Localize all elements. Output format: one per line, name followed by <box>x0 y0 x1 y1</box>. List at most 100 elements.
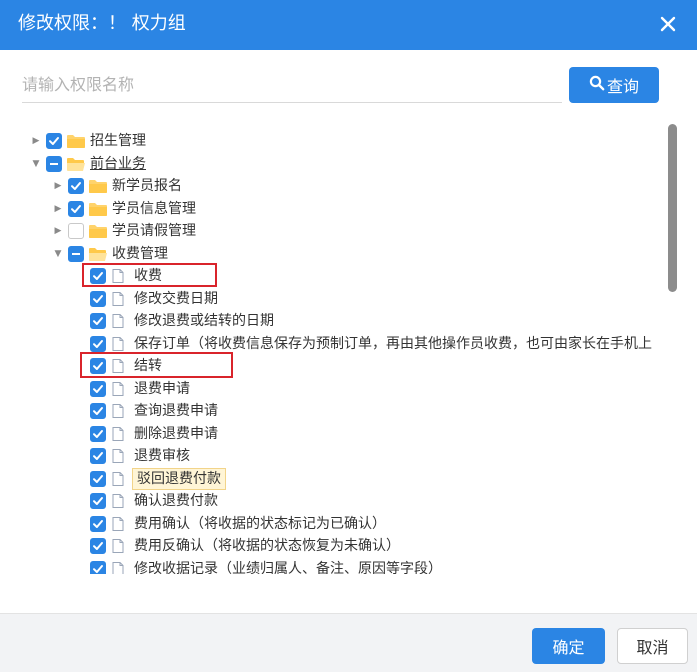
permission-dialog: 修改权限：！ 权力组 查询 ▶ 招生管理 ▼ 前台业务 ▶ 新学员报名 ▶ 学员信息管理 ▶ 学员… <box>0 0 697 672</box>
file-icon <box>110 561 130 574</box>
tree-node-label[interactable]: 修改交费日期 <box>132 289 220 309</box>
file-icon <box>110 403 130 419</box>
tree-checkbox[interactable] <box>68 200 84 217</box>
cancel-button[interactable]: 取消 <box>617 628 688 664</box>
tree-node[interactable]: 退费申请 <box>75 378 192 400</box>
expand-arrow-icon[interactable]: ▶ <box>53 220 63 242</box>
tree-checkbox[interactable] <box>90 403 106 419</box>
file-icon <box>110 336 130 352</box>
tree-node[interactable]: ▶ 招生管理 <box>31 130 148 152</box>
file-icon <box>110 471 130 487</box>
tree-node[interactable]: 修改退费或结转的日期 <box>75 310 276 332</box>
tree-checkbox[interactable] <box>46 133 62 149</box>
tree-node-label[interactable]: 退费审核 <box>132 446 192 466</box>
tree-node[interactable]: 费用反确认（将收据的状态恢复为未确认） <box>75 535 402 557</box>
tree-node-label[interactable]: 删除退费申请 <box>132 424 220 444</box>
tree-checkbox[interactable] <box>90 560 106 574</box>
tree-node-label[interactable]: 费用反确认（将收据的状态恢复为未确认） <box>132 536 402 556</box>
expand-arrow-icon[interactable]: ▶ <box>31 130 41 152</box>
tree-node-label[interactable]: 修改退费或结转的日期 <box>132 311 276 331</box>
tree-checkbox[interactable] <box>90 538 106 554</box>
file-icon <box>110 426 130 442</box>
tree-checkbox[interactable] <box>68 178 84 194</box>
expand-arrow-icon[interactable]: ▶ <box>53 175 63 197</box>
tree-checkbox[interactable] <box>68 245 84 262</box>
tree-checkbox[interactable] <box>90 380 106 397</box>
folder-icon <box>66 133 86 149</box>
search-button-label: 查询 <box>606 77 639 96</box>
tree-checkbox[interactable] <box>90 425 106 442</box>
tree-node[interactable]: 修改交费日期 <box>75 288 220 310</box>
search-icon <box>589 75 605 95</box>
folder-icon <box>88 223 108 239</box>
search-button[interactable]: 查询 <box>569 67 659 103</box>
ok-button[interactable]: 确定 <box>532 628 605 664</box>
collapse-arrow-icon[interactable]: ▼ <box>53 243 63 265</box>
tree-node-label[interactable]: 新学员报名 <box>110 176 184 196</box>
close-icon[interactable] <box>657 13 679 35</box>
tree-node-label[interactable]: 学员请假管理 <box>110 221 198 241</box>
tree-node[interactable]: 查询退费申请 <box>75 400 220 422</box>
tree-node[interactable]: 删除退费申请 <box>75 423 220 445</box>
dialog-titlebar: 修改权限：！ 权力组 <box>0 0 697 50</box>
file-icon <box>110 313 130 329</box>
tree-node[interactable]: ▶ 新学员报名 <box>53 175 184 197</box>
tree-checkbox[interactable] <box>90 335 106 352</box>
folder-icon <box>88 178 108 194</box>
tree-checkbox[interactable] <box>90 290 106 307</box>
dialog-footer: 确定 取消 <box>0 613 697 672</box>
tree-node-label[interactable]: 确认退费付款 <box>132 491 220 511</box>
tree-node-label[interactable]: 招生管理 <box>88 131 148 151</box>
tree-scrollbar-thumb[interactable] <box>668 124 677 292</box>
tree-node[interactable]: ▶ 学员信息管理 <box>53 198 198 220</box>
tree-node-label[interactable]: 驳回退费付款 <box>132 467 226 490</box>
tree-node-label[interactable]: 退费申请 <box>132 379 192 399</box>
tree-checkbox[interactable] <box>68 223 84 239</box>
file-icon <box>110 291 130 307</box>
tree-node-label[interactable]: 查询退费申请 <box>132 401 220 421</box>
folder-open-icon <box>88 246 108 262</box>
tree-checkbox[interactable] <box>90 448 106 464</box>
tree-checkbox[interactable] <box>46 155 62 172</box>
search-row: 查询 <box>22 67 659 103</box>
tree-checkbox[interactable] <box>90 493 106 509</box>
collapse-arrow-icon[interactable]: ▼ <box>31 153 41 175</box>
tree-node[interactable]: 修改收据记录（业绩归属人、备注、原因等字段） <box>75 558 444 575</box>
tree-node[interactable]: 确认退费付款 <box>75 490 220 512</box>
folder-icon <box>88 201 108 217</box>
tree-node[interactable]: 费用确认（将收据的状态标记为已确认） <box>75 513 388 535</box>
tree-node-label[interactable]: 前台业务 <box>88 154 148 174</box>
tree-node[interactable]: 退费审核 <box>75 445 192 467</box>
file-icon <box>110 493 130 509</box>
folder-open-icon <box>66 156 86 172</box>
tree-node[interactable]: ▼ 收费管理 <box>53 243 170 265</box>
tree-node[interactable]: 驳回退费付款 <box>75 467 226 490</box>
highlight-box-jiezhuan <box>80 352 233 378</box>
tree-node-label[interactable]: 费用确认（将收据的状态标记为已确认） <box>132 514 388 534</box>
tree-node[interactable]: ▼ 前台业务 <box>31 153 148 175</box>
file-icon <box>110 448 130 464</box>
file-icon <box>110 516 130 532</box>
tree-node-label[interactable]: 保存订单（将收费信息保存为预制订单，再由其他操作员收费，也可由家长在手机上 <box>132 334 654 354</box>
search-input[interactable] <box>22 67 562 103</box>
dialog-title: 修改权限：！ 权力组 <box>18 13 186 34</box>
file-icon <box>110 381 130 397</box>
file-icon <box>110 538 130 554</box>
expand-arrow-icon[interactable]: ▶ <box>53 198 63 220</box>
tree-checkbox[interactable] <box>90 515 106 532</box>
tree-node-label[interactable]: 收费管理 <box>110 244 170 264</box>
permission-tree: ▶ 招生管理 ▼ 前台业务 ▶ 新学员报名 ▶ 学员信息管理 ▶ 学员请假管理 ▼ 收费管理 收费 修改交… <box>0 122 697 574</box>
tree-checkbox[interactable] <box>90 313 106 329</box>
tree-node-label[interactable]: 学员信息管理 <box>110 199 198 219</box>
tree-checkbox[interactable] <box>90 470 106 487</box>
tree-node-label[interactable]: 修改收据记录（业绩归属人、备注、原因等字段） <box>132 559 444 575</box>
tree-node[interactable]: ▶ 学员请假管理 <box>53 220 198 242</box>
